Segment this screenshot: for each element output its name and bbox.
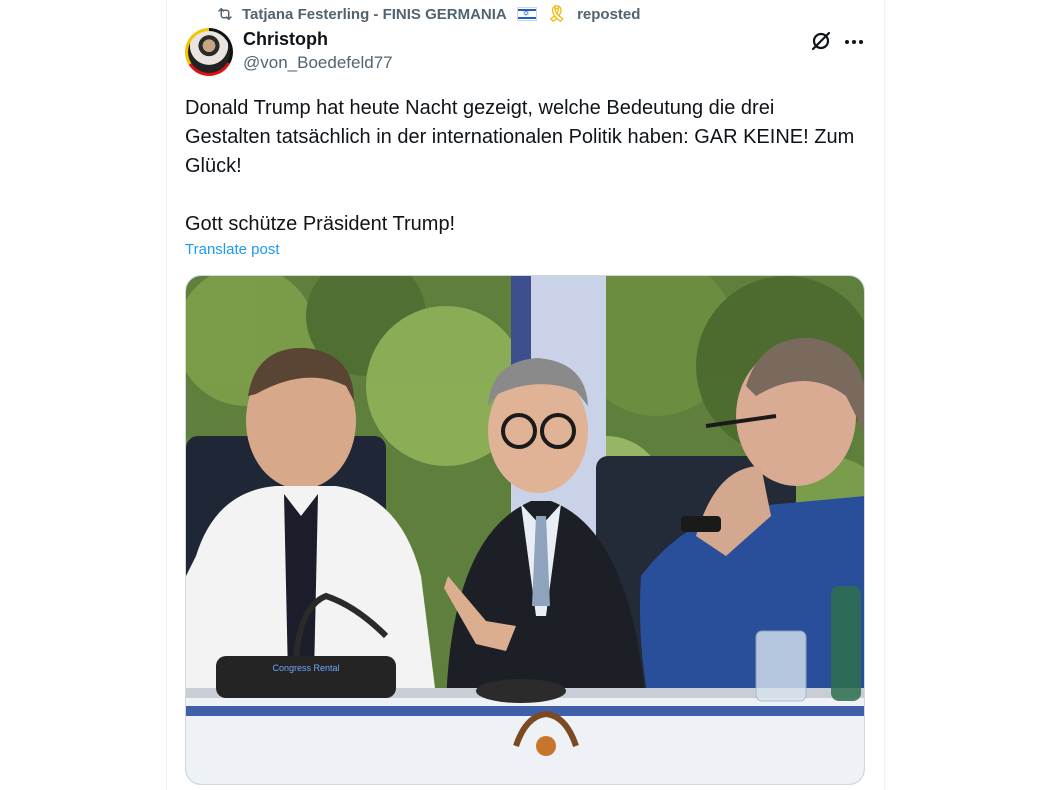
avatar-photo [188, 31, 230, 73]
photo-illustration: Congress Rental [186, 276, 864, 784]
post-text: Donald Trump hat heute Nacht gezeigt, we… [185, 97, 855, 235]
post-media-image[interactable]: Congress Rental [185, 275, 865, 785]
avatar[interactable] [185, 28, 233, 76]
author-display-name[interactable]: Christoph [243, 29, 328, 50]
yellow-ribbon-icon: 🎗 [546, 6, 568, 23]
grok-button[interactable] [808, 28, 834, 54]
grok-icon [808, 31, 834, 58]
translate-post-link[interactable]: Translate post [185, 241, 280, 258]
author-handle[interactable]: @von_Boedefeld77 [243, 53, 393, 73]
mic-brand-label: Congress Rental [272, 663, 339, 673]
reposter-name[interactable]: Tatjana Festerling - FINIS GERMANIA [242, 6, 507, 23]
repost-suffix: reposted [577, 5, 641, 23]
more-icon [844, 32, 864, 50]
israel-flag-icon: ✡ [516, 7, 537, 21]
repost-icon [216, 5, 234, 23]
repost-indicator[interactable]: Tatjana Festerling - FINIS GERMANIA ✡ 🎗 … [216, 4, 640, 24]
more-options-button[interactable] [841, 28, 867, 54]
